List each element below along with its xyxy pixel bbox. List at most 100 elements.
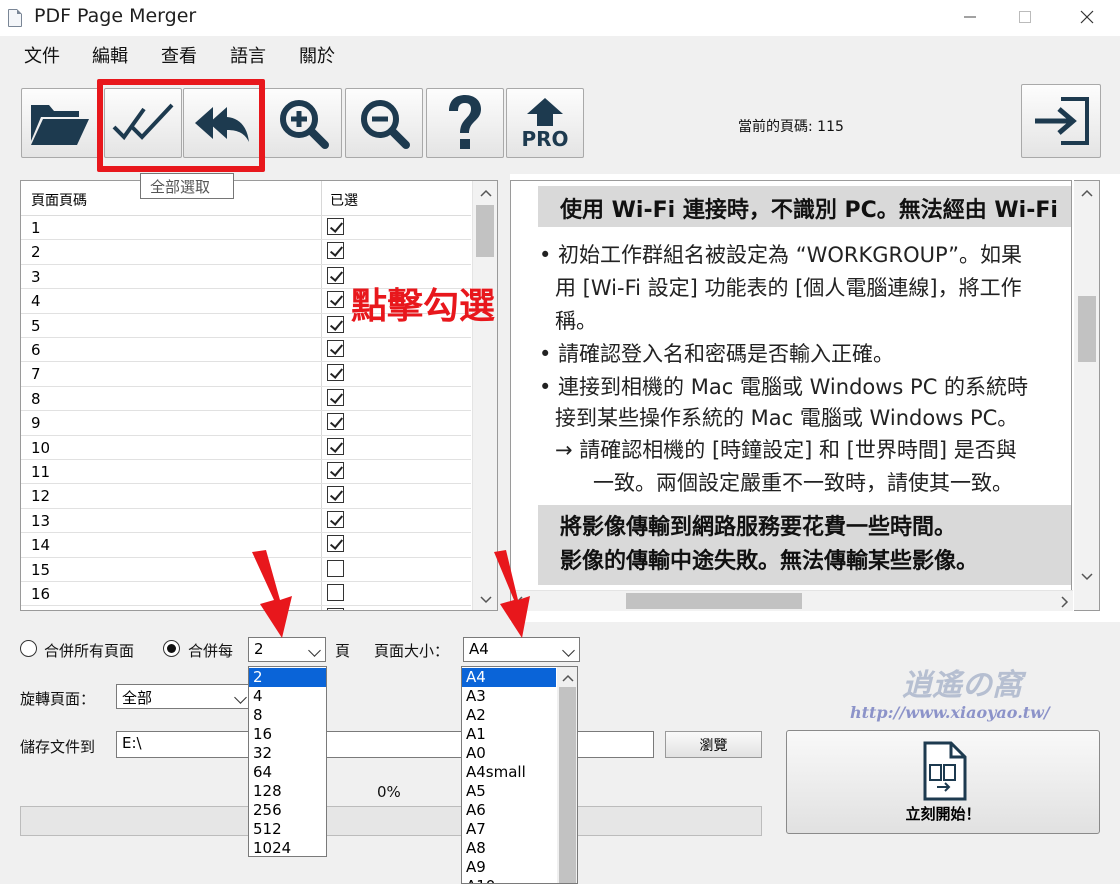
scroll-up-icon[interactable] bbox=[480, 189, 492, 197]
rotate-select[interactable]: 全部 bbox=[116, 684, 252, 709]
page-size-dropdown[interactable]: A4A3A2A1A0A4smallA5A6A7A8A9A10 bbox=[461, 666, 578, 884]
list-row[interactable]: 14 bbox=[21, 533, 471, 558]
exit-button[interactable] bbox=[1021, 84, 1101, 158]
preview-vscroll-thumb[interactable] bbox=[1078, 296, 1096, 362]
window-title: PDF Page Merger bbox=[34, 5, 197, 27]
dropdown-scrollbar[interactable] bbox=[557, 667, 577, 883]
page-size-option[interactable]: A9 bbox=[462, 858, 556, 877]
scroll-down-icon[interactable] bbox=[1081, 573, 1093, 581]
merge-every-option[interactable]: 128 bbox=[249, 782, 326, 801]
preview-vscrollbar[interactable] bbox=[1074, 180, 1100, 611]
browse-button[interactable]: 瀏覽 bbox=[665, 731, 762, 758]
page-checkbox[interactable] bbox=[327, 608, 344, 610]
page-size-option[interactable]: A5 bbox=[462, 782, 556, 801]
page-size-option[interactable]: A8 bbox=[462, 839, 556, 858]
app-icon bbox=[8, 9, 22, 27]
list-scroll-thumb[interactable] bbox=[476, 205, 494, 257]
page-number: 2 bbox=[31, 243, 41, 262]
merge-every-option[interactable]: 16 bbox=[249, 725, 326, 744]
page-list[interactable]: 頁面頁碼 已選 1234567891011121314151617 bbox=[20, 180, 498, 611]
pro-upgrade-button[interactable]: PRO bbox=[506, 88, 584, 158]
merge-every-option[interactable]: 1024 bbox=[249, 839, 326, 856]
merge-every-dropdown[interactable]: 2 4 8 16 32 64 128 256 512 1024 bbox=[248, 666, 327, 857]
preview-line: 接到某些操作系統的 Mac 電腦或 Windows PC。 bbox=[555, 406, 1019, 430]
scroll-down-icon[interactable] bbox=[480, 596, 492, 604]
list-row[interactable]: 9 bbox=[21, 411, 471, 436]
menu-edit[interactable]: 編輯 bbox=[92, 42, 128, 68]
menu-file[interactable]: 文件 bbox=[24, 42, 60, 68]
zoom-in-button[interactable] bbox=[264, 88, 342, 158]
page-number: 3 bbox=[31, 267, 41, 286]
scroll-right-icon[interactable] bbox=[1061, 596, 1069, 608]
page-size-option[interactable]: A7 bbox=[462, 820, 556, 839]
list-row[interactable]: 2 bbox=[21, 240, 471, 265]
merge-every-option[interactable]: 512 bbox=[249, 820, 326, 839]
page-size-option[interactable]: A4 bbox=[462, 668, 556, 687]
watermark-url: http://www.xiaoyao.tw/ bbox=[850, 703, 1050, 722]
list-row[interactable]: 8 bbox=[21, 387, 471, 412]
page-size-option[interactable]: A6 bbox=[462, 801, 556, 820]
page-checkbox[interactable] bbox=[327, 388, 344, 406]
menu-view[interactable]: 查看 bbox=[161, 42, 197, 68]
page-checkbox[interactable] bbox=[327, 266, 344, 284]
merge-every-select[interactable]: 2 bbox=[248, 637, 326, 662]
menu-language[interactable]: 語言 bbox=[230, 42, 266, 68]
page-number: 14 bbox=[31, 536, 51, 555]
merge-all-radio[interactable] bbox=[20, 640, 37, 657]
page-size-option[interactable]: A10 bbox=[462, 877, 556, 883]
page-checkbox[interactable] bbox=[327, 510, 344, 528]
page-checkbox[interactable] bbox=[327, 218, 344, 235]
page-checkbox[interactable] bbox=[327, 584, 344, 601]
merge-every-option[interactable]: 4 bbox=[249, 687, 326, 706]
highlight-box bbox=[97, 79, 265, 172]
list-row[interactable]: 15 bbox=[21, 558, 471, 582]
page-checkbox[interactable] bbox=[327, 340, 344, 357]
list-row[interactable]: 13 bbox=[21, 509, 471, 534]
page-size-option[interactable]: A0 bbox=[462, 744, 556, 763]
preview-hscroll-thumb[interactable] bbox=[626, 593, 802, 609]
page-size-option[interactable]: A3 bbox=[462, 687, 556, 706]
page-checkbox[interactable] bbox=[327, 413, 344, 431]
merge-every-option[interactable]: 256 bbox=[249, 801, 326, 820]
preview-heading: 使用 Wi-Fi 連接時，不識別 PC。無法經由 Wi-Fi bbox=[538, 186, 1071, 227]
page-checkbox[interactable] bbox=[327, 242, 344, 260]
page-checkbox[interactable] bbox=[327, 535, 344, 553]
maximize-icon[interactable] bbox=[1000, 0, 1050, 34]
merge-every-option[interactable]: 2 bbox=[249, 668, 326, 687]
page-checkbox[interactable] bbox=[327, 364, 344, 382]
page-size-option[interactable]: A1 bbox=[462, 725, 556, 744]
column-header-page[interactable]: 頁面頁碼 bbox=[31, 190, 87, 210]
scroll-up-icon[interactable] bbox=[1081, 189, 1093, 197]
menu-about[interactable]: 關於 bbox=[299, 42, 335, 68]
merge-every-radio[interactable] bbox=[163, 640, 180, 657]
list-row[interactable]: 17 bbox=[21, 606, 471, 610]
list-row[interactable]: 16 bbox=[21, 582, 471, 607]
list-row[interactable]: 1 bbox=[21, 216, 471, 241]
page-checkbox[interactable] bbox=[327, 437, 344, 455]
page-size-option[interactable]: A4small bbox=[462, 763, 556, 782]
merge-every-option[interactable]: 32 bbox=[249, 744, 326, 763]
list-row[interactable]: 10 bbox=[21, 436, 471, 460]
list-row[interactable]: 11 bbox=[21, 460, 471, 485]
merge-every-option[interactable]: 8 bbox=[249, 706, 326, 725]
list-row[interactable]: 7 bbox=[21, 362, 471, 387]
page-size-select[interactable]: A4 bbox=[463, 637, 580, 662]
merge-every-option[interactable]: 64 bbox=[249, 763, 326, 782]
page-checkbox[interactable] bbox=[327, 291, 344, 309]
dropdown-scroll-thumb[interactable] bbox=[559, 687, 576, 883]
list-row[interactable]: 6 bbox=[21, 338, 471, 363]
minimize-icon[interactable] bbox=[945, 0, 995, 34]
start-button[interactable]: 立刻開始！ bbox=[786, 730, 1100, 834]
help-button[interactable] bbox=[426, 88, 504, 158]
page-checkbox[interactable] bbox=[327, 462, 344, 479]
list-row[interactable]: 12 bbox=[21, 484, 471, 509]
page-checkbox[interactable] bbox=[327, 559, 344, 577]
close-icon[interactable] bbox=[1062, 0, 1112, 34]
zoom-out-button[interactable] bbox=[345, 88, 423, 158]
scroll-up-icon[interactable] bbox=[562, 674, 574, 682]
page-size-option[interactable]: A2 bbox=[462, 706, 556, 725]
open-folder-button[interactable] bbox=[21, 88, 99, 158]
column-header-selected[interactable]: 已選 bbox=[330, 190, 358, 210]
page-checkbox[interactable] bbox=[327, 486, 344, 504]
page-checkbox[interactable] bbox=[327, 315, 344, 333]
